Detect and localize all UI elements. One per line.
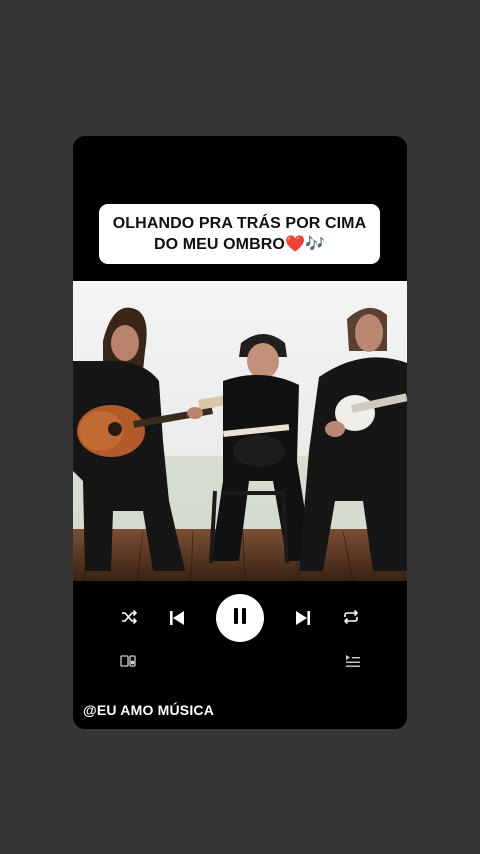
shuffle-icon[interactable]: [118, 606, 140, 628]
caption-text: OLHANDO PRA TRÁS POR CIMA DO MEU OMBRO❤️…: [112, 215, 367, 253]
secondary-controls: [73, 651, 407, 671]
pause-icon: [232, 607, 248, 630]
previous-icon[interactable]: [166, 607, 188, 629]
player-controls: [73, 591, 407, 645]
caption-box: OLHANDO PRA TRÁS POR CIMA DO MEU OMBRO❤️…: [99, 204, 380, 264]
pause-button[interactable]: [216, 594, 264, 642]
heart-music-emoji: ❤️🎶: [284, 236, 326, 253]
connect-device-icon[interactable]: [119, 653, 137, 669]
queue-icon[interactable]: [344, 653, 362, 669]
video-frame[interactable]: [73, 281, 407, 581]
watermark-handle: @EU AMO MÚSICA: [83, 702, 215, 718]
next-icon[interactable]: [292, 607, 314, 629]
repeat-icon[interactable]: [340, 606, 362, 628]
video-card: OLHANDO PRA TRÁS POR CIMA DO MEU OMBRO❤️…: [73, 136, 407, 729]
